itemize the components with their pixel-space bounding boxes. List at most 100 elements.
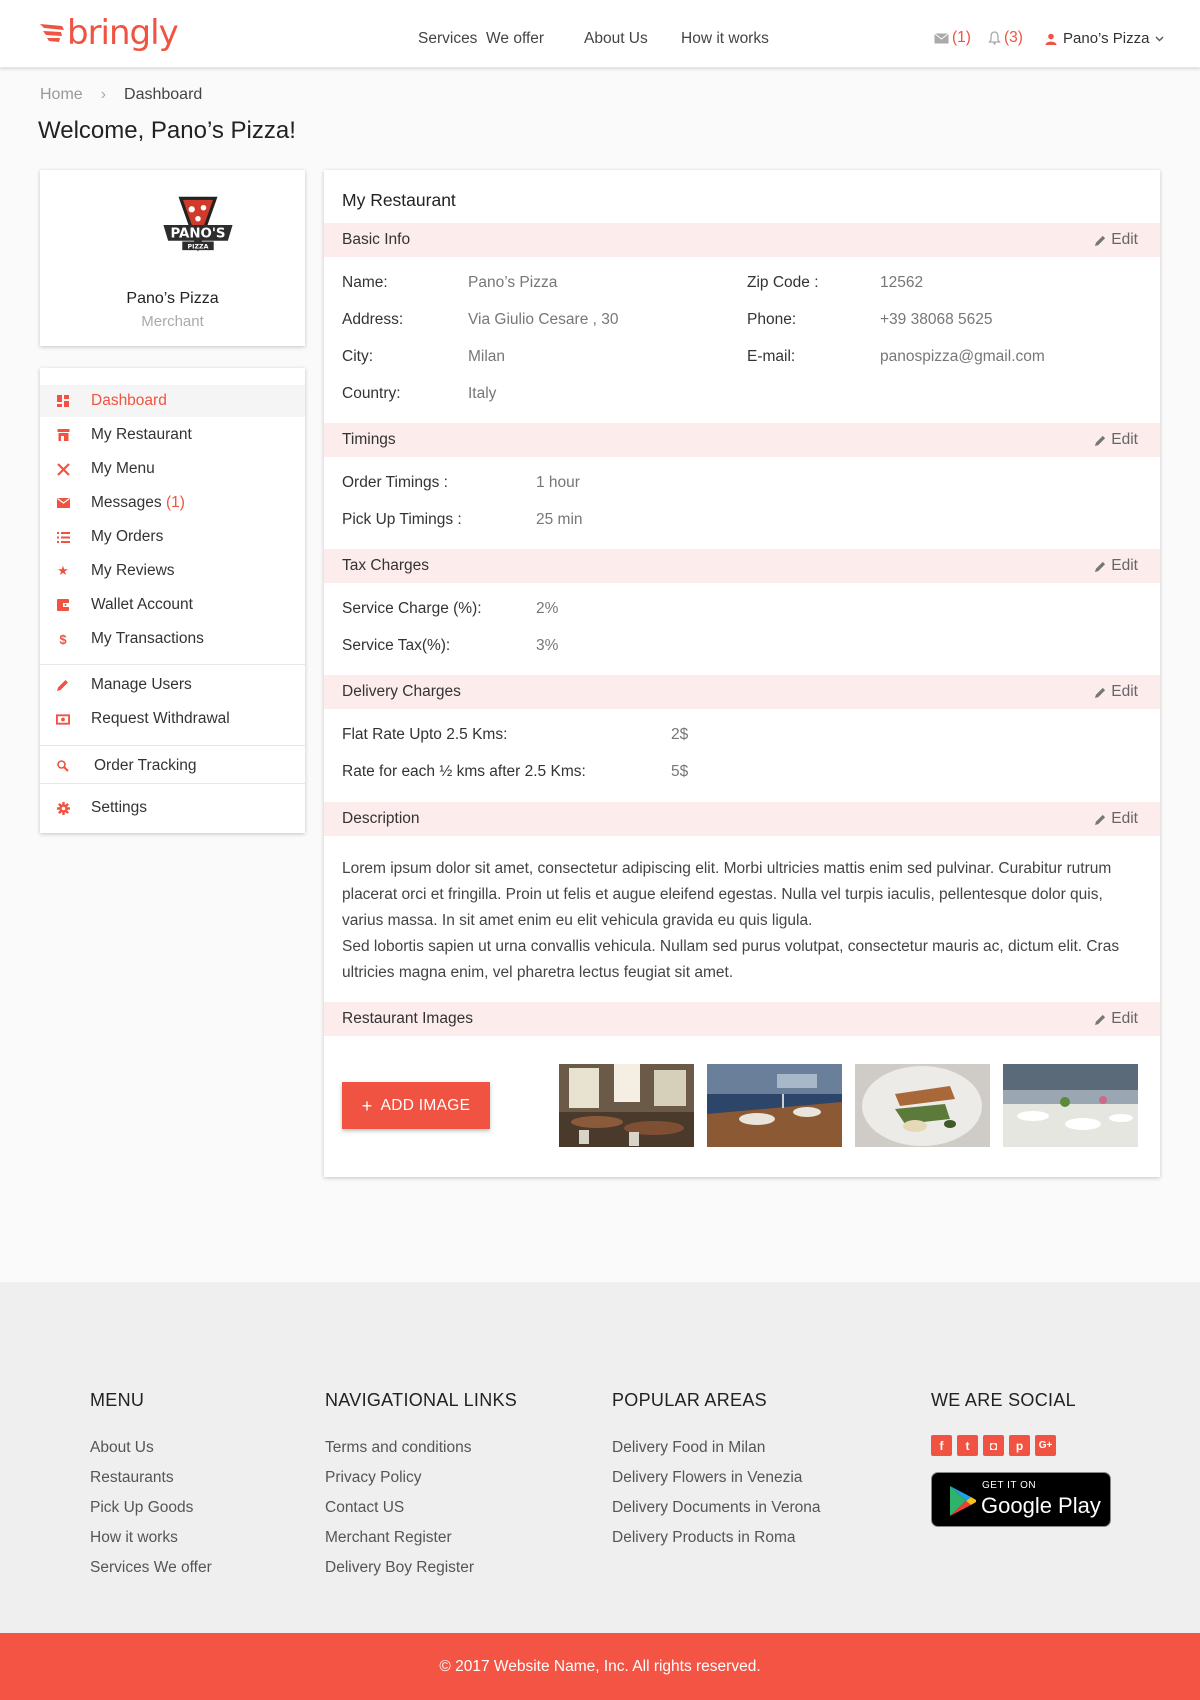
profile-card: PANO'S PIZZA Pano’s Pizza Merchant	[40, 170, 305, 346]
order-timings-label: Order Timings :	[342, 474, 448, 491]
google-plus-icon[interactable]: G+	[1035, 1435, 1056, 1456]
messages-badge: (1)	[165, 494, 185, 511]
sidebar-item-label: Dashboard	[91, 392, 167, 409]
bringly-logo[interactable]: bringly	[40, 16, 179, 50]
pencil-icon	[1095, 814, 1106, 825]
timings-header: Timings Edit	[324, 423, 1160, 457]
extra-rate-value: 5$	[671, 763, 689, 780]
user-menu[interactable]: Pano’s Pizza	[1045, 30, 1164, 47]
social-icons: f t ◘ p G+	[931, 1435, 1076, 1456]
copyright-bar: © 2017 Website Name, Inc. All rights res…	[0, 1633, 1200, 1700]
sidebar-item-my-restaurant[interactable]: My Restaurant	[40, 419, 305, 451]
footer-link[interactable]: Delivery Documents in Verona	[612, 1493, 821, 1523]
email-value: panospizza@gmail.com	[880, 348, 1045, 365]
mail-notification[interactable]: (1)	[934, 29, 971, 47]
footer-social-column: WE ARE SOCIAL f t ◘ p G+	[931, 1390, 1076, 1456]
delivery-charges-header: Delivery Charges Edit	[324, 675, 1160, 709]
add-image-label: ADD IMAGE	[380, 1096, 471, 1114]
footer-link[interactable]: Restaurants	[90, 1463, 212, 1493]
sidebar-item-messages[interactable]: Messages (1)	[40, 487, 305, 519]
chevron-down-icon	[1155, 36, 1164, 41]
service-charge-value: 2%	[536, 600, 559, 617]
sidebar-item-settings[interactable]: Settings	[40, 792, 305, 824]
breadcrumb: Home › Dashboard	[40, 86, 202, 104]
nav-about[interactable]: About Us	[584, 30, 648, 48]
footer-link[interactable]: Contact US	[325, 1493, 517, 1523]
sidebar-item-manage-users[interactable]: Manage Users	[40, 669, 305, 701]
footer-areas-column: POPULAR AREAS Delivery Food in Milan Del…	[612, 1390, 821, 1553]
nav-services[interactable]: Services We offer	[418, 30, 544, 48]
description-header: Description Edit	[324, 802, 1160, 836]
sidebar-item-order-tracking[interactable]: Order Tracking	[40, 750, 305, 782]
edit-basic-info-button[interactable]: Edit	[1095, 231, 1138, 249]
restaurant-image[interactable]	[1003, 1064, 1138, 1147]
footer-link[interactable]: Delivery Food in Milan	[612, 1433, 821, 1463]
footer-link[interactable]: Pick Up Goods	[90, 1493, 212, 1523]
sidebar-divider	[40, 783, 305, 784]
sidebar-item-wallet-account[interactable]: Wallet Account	[40, 589, 305, 621]
sidebar-item-my-reviews[interactable]: ★ My Reviews	[40, 555, 305, 587]
footer-link[interactable]: Delivery Flowers in Venezia	[612, 1463, 821, 1493]
footer-link[interactable]: Merchant Register	[325, 1523, 517, 1553]
edit-label: Edit	[1111, 431, 1138, 448]
footer-link[interactable]: Terms and conditions	[325, 1433, 517, 1463]
footer-heading: WE ARE SOCIAL	[931, 1390, 1076, 1410]
google-play-badge[interactable]: GET IT ON Google Play	[931, 1472, 1111, 1527]
edit-timings-button[interactable]: Edit	[1095, 431, 1138, 449]
svg-text:PANO'S: PANO'S	[170, 227, 225, 242]
city-label: City:	[342, 348, 373, 365]
sidebar-item-my-orders[interactable]: My Orders	[40, 521, 305, 553]
pinterest-icon[interactable]: p	[1009, 1435, 1030, 1456]
footer-link[interactable]: About Us	[90, 1433, 212, 1463]
footer-link[interactable]: Services We offer	[90, 1553, 212, 1583]
pickup-timings-value: 25 min	[536, 511, 583, 528]
pencil-icon	[1095, 435, 1106, 446]
sidebar-item-request-withdrawal[interactable]: Request Withdrawal	[40, 703, 305, 735]
zip-value: 12562	[880, 274, 924, 291]
play-store-icon	[950, 1486, 976, 1516]
sidebar-item-my-transactions[interactable]: $ My Transactions	[40, 623, 305, 655]
sidebar-menu: Dashboard My Restaurant My Menu Messages…	[40, 368, 305, 833]
restaurant-image[interactable]	[559, 1064, 694, 1147]
restaurant-image[interactable]	[707, 1064, 842, 1147]
service-tax-label: Service Tax(%):	[342, 637, 451, 654]
order-timings-value: 1 hour	[536, 474, 580, 491]
bell-notification[interactable]: (3)	[988, 29, 1023, 47]
gear-icon	[56, 801, 70, 815]
footer-link[interactable]: How it works	[90, 1523, 212, 1553]
sidebar-item-label: Request Withdrawal	[91, 710, 230, 727]
edit-label: Edit	[1111, 683, 1138, 700]
basic-info-header: Basic Info Edit	[324, 223, 1160, 257]
section-title: Delivery Charges	[342, 683, 461, 700]
footer-link[interactable]: Privacy Policy	[325, 1463, 517, 1493]
restaurant-image[interactable]	[855, 1064, 990, 1147]
edit-description-button[interactable]: Edit	[1095, 810, 1138, 828]
service-charge-label: Service Charge (%):	[342, 600, 482, 617]
sidebar-item-label: My Restaurant	[91, 426, 192, 443]
edit-images-button[interactable]: Edit	[1095, 1010, 1138, 1028]
flat-rate-label: Flat Rate Upto 2.5 Kms:	[342, 726, 508, 743]
section-title: Timings	[342, 431, 396, 448]
mail-icon	[934, 32, 949, 43]
edit-tax-charges-button[interactable]: Edit	[1095, 557, 1138, 575]
edit-delivery-charges-button[interactable]: Edit	[1095, 683, 1138, 701]
sidebar-item-my-menu[interactable]: My Menu	[40, 453, 305, 485]
user-name: Pano’s Pizza	[1063, 30, 1150, 47]
breadcrumb-home[interactable]: Home	[40, 86, 83, 104]
mail-count: (1)	[952, 29, 971, 46]
facebook-icon[interactable]: f	[931, 1435, 952, 1456]
sidebar-item-label: Wallet Account	[91, 596, 193, 613]
sidebar-item-dashboard[interactable]: Dashboard	[40, 385, 305, 417]
footer-link[interactable]: Delivery Products in Roma	[612, 1523, 821, 1553]
instagram-icon[interactable]: ◘	[983, 1435, 1004, 1456]
restaurant-images-header: Restaurant Images Edit	[324, 1002, 1160, 1036]
store-icon	[56, 428, 70, 442]
breadcrumb-separator: ›	[100, 86, 107, 103]
nav-how-it-works[interactable]: How it works	[681, 30, 769, 48]
sidebar-item-messages-text: Messages (1)	[91, 494, 185, 512]
breadcrumb-current: Dashboard	[124, 86, 203, 103]
footer-link[interactable]: Delivery Boy Register	[325, 1553, 517, 1583]
twitter-icon[interactable]: t	[957, 1435, 978, 1456]
add-image-button[interactable]: + ADD IMAGE	[342, 1082, 490, 1129]
svg-text:PIZZA: PIZZA	[188, 244, 209, 251]
